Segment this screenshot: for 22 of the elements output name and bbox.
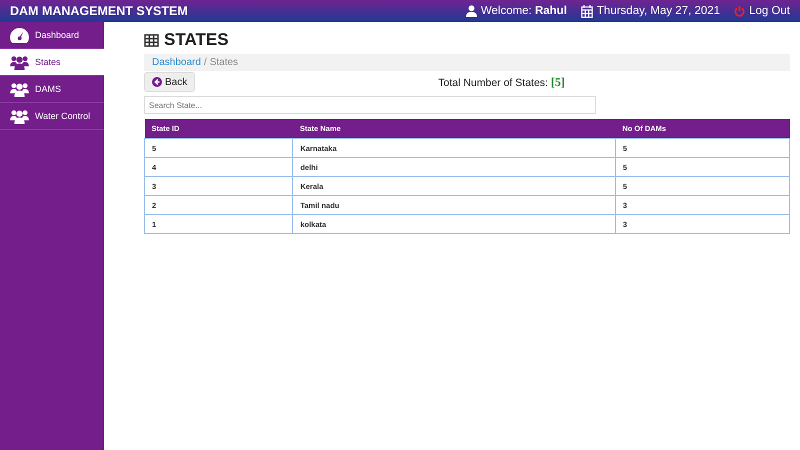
logout-link[interactable]: Log Out bbox=[749, 5, 790, 17]
breadcrumb-separator: / bbox=[204, 57, 207, 68]
breadcrumb-current: States bbox=[210, 57, 238, 68]
table-icon bbox=[144, 34, 159, 46]
sidebar-item[interactable]: Water Control bbox=[0, 103, 104, 130]
user-icon bbox=[466, 5, 477, 17]
welcome-text: Welcome: Rahul bbox=[480, 5, 567, 17]
users-icon bbox=[10, 82, 29, 96]
users-icon bbox=[10, 108, 29, 124]
users-icon bbox=[10, 54, 29, 70]
app-title: DAM MANAGEMENT SYSTEM bbox=[10, 4, 189, 18]
power-icon bbox=[734, 6, 746, 16]
date-text: Thursday, May 27, 2021 bbox=[596, 5, 720, 17]
calendar-icon bbox=[580, 4, 593, 18]
sidebar-item[interactable]: States bbox=[0, 49, 104, 76]
page-title: STATES bbox=[164, 30, 229, 50]
back-arrow-icon bbox=[152, 77, 162, 87]
sidebar-item[interactable]: DAMS bbox=[0, 76, 104, 103]
back-button[interactable]: Back bbox=[144, 72, 196, 92]
gauge-icon bbox=[10, 28, 29, 42]
total-count: Total Number of States: [5] bbox=[438, 74, 565, 90]
search-field[interactable]: Search State... bbox=[144, 96, 596, 114]
